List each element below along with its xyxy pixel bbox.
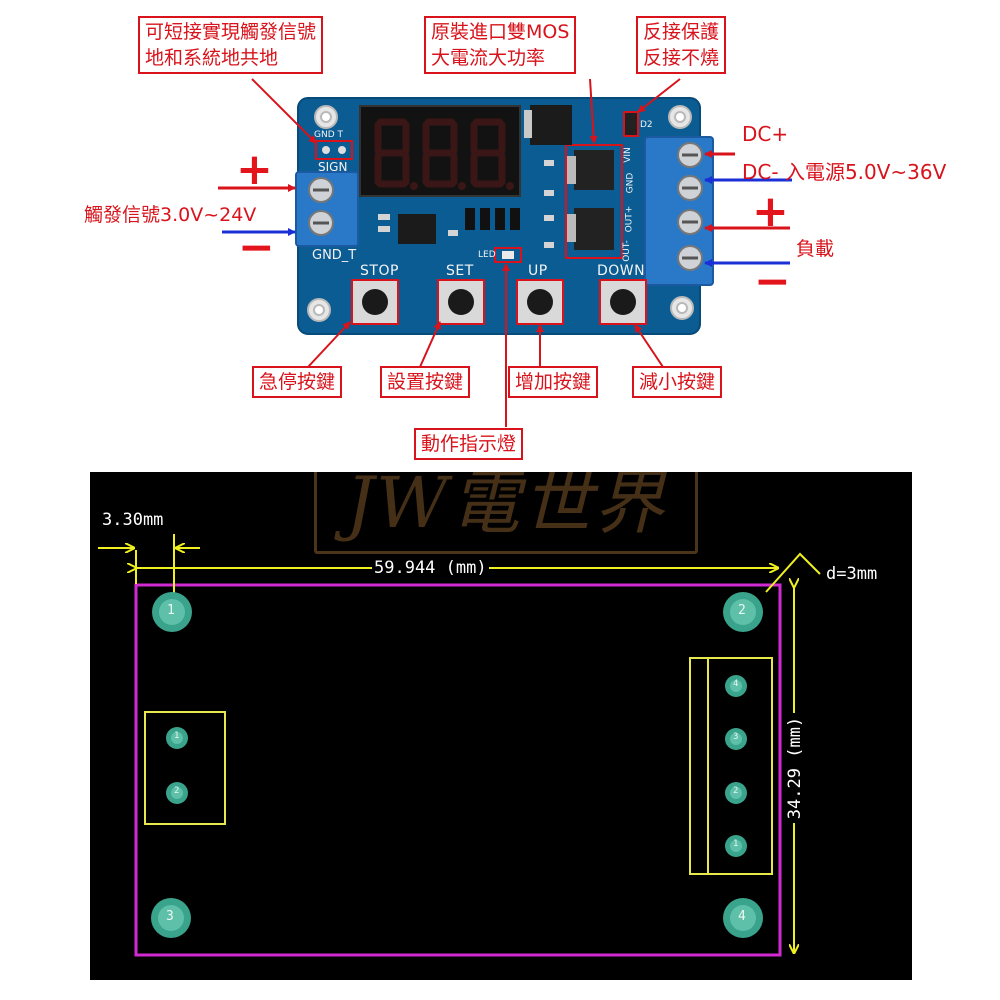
- callout-led-indicator: 動作指示燈: [414, 428, 524, 460]
- callout-reverse-protection: 反接保護 反接不燒: [636, 16, 727, 74]
- down-button-label: DOWN: [597, 263, 646, 279]
- up-button-label: UP: [528, 263, 548, 279]
- load-minus-sign: −: [754, 256, 791, 307]
- gnd-top-label: GND T: [314, 130, 343, 140]
- callout-up-button: 增加按鍵: [508, 366, 599, 398]
- trigger-minus-sign: −: [238, 222, 275, 273]
- board-outline: [134, 583, 782, 957]
- gnd-label: GND: [625, 172, 636, 194]
- load-plus-sign: +: [752, 186, 789, 237]
- right-pin-1: 1: [733, 839, 739, 849]
- set-button-label: SET: [446, 263, 474, 279]
- out-minus-label: OUT-: [621, 240, 632, 262]
- right-pin-2: 2: [733, 786, 739, 796]
- hole-number-1: 1: [167, 603, 175, 618]
- mounting-hole-pads: [151, 592, 763, 938]
- gnd-t-label: GND_T: [312, 248, 357, 263]
- led-label: LED: [478, 250, 496, 260]
- dimension-drawing: JW電世界 1 2 3 4 1 2 4 3 2 1 3.30mm 59.944 …: [90, 472, 912, 980]
- mosfet-2: [574, 208, 614, 250]
- callout-trigger-ground: 可短接實現觸發信號 地和系統地共地: [138, 16, 324, 74]
- callout-down-button: 減小按鍵: [632, 366, 723, 398]
- right-pin-3: 3: [733, 732, 739, 742]
- d2-label: D2: [640, 120, 653, 130]
- callout-stop-button: 急停按鍵: [252, 366, 343, 398]
- height-dimension: 34.29 (mm): [785, 713, 805, 823]
- optocoupler: [398, 214, 436, 244]
- voltage-regulator: [530, 105, 572, 145]
- dc-plus-label: DC+: [742, 122, 789, 146]
- terminal-pin-pads: [166, 675, 747, 857]
- callout-set-button: 設置按鍵: [380, 366, 471, 398]
- width-dimension: 59.944 (mm): [372, 558, 489, 578]
- hole-offset-dimension: 3.30mm: [102, 510, 164, 530]
- reverse-protection-diode: [623, 111, 639, 137]
- trigger-plus-sign: +: [236, 144, 273, 195]
- dc-minus-label: DC- 入電源5.0V~36V: [742, 160, 947, 184]
- vin-label: VIN: [622, 147, 633, 163]
- trigger-signal-label: 觸發信號3.0V~24V: [84, 204, 257, 226]
- hole-diameter: d=3mm: [826, 564, 878, 584]
- hole-number-4: 4: [738, 909, 746, 924]
- left-pin-2: 2: [174, 786, 180, 796]
- hole-number-2: 2: [738, 603, 746, 618]
- out-plus-label: OUT+: [624, 205, 635, 233]
- left-terminal-outline: [144, 711, 226, 825]
- right-pin-4: 4: [733, 679, 739, 689]
- left-pin-1: 1: [174, 731, 180, 741]
- load-label: 負載: [796, 238, 835, 260]
- stop-button-label: STOP: [360, 263, 399, 279]
- sign-label: SIGN: [318, 160, 348, 174]
- mosfet-1: [574, 150, 614, 190]
- hole-number-3: 3: [166, 909, 174, 924]
- callout-mos: 原裝進口雙MOS 大電流大功率: [424, 16, 577, 74]
